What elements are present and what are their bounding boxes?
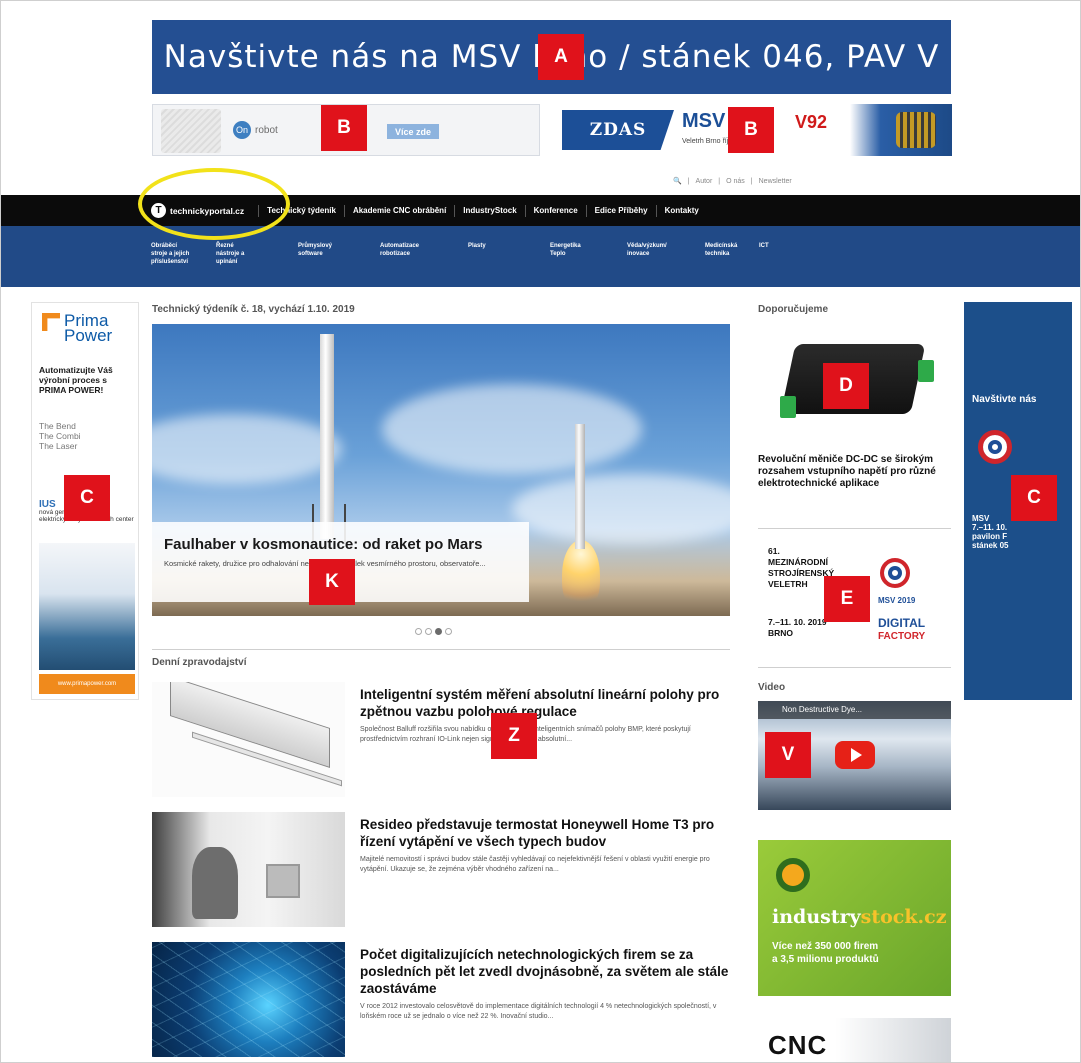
cnc-logo: CNC [768, 1030, 828, 1060]
robot-sketch-image [161, 109, 221, 153]
label-v: V [765, 732, 811, 778]
news-description: Majitelé nemovitostí i správci budov stá… [360, 856, 710, 873]
slider-dots [415, 628, 452, 635]
label-d: D [823, 363, 869, 409]
zdas-logo: ZDAS [562, 110, 674, 150]
label-b-right: B [728, 107, 774, 153]
category-nav: Obráběcí stroje a jejich příslušenství Ř… [1, 226, 1080, 287]
nav-item-kontakty[interactable]: Kontakty [655, 204, 707, 217]
news-item[interactable]: Resideo představuje termostat Honeywell … [152, 812, 730, 932]
divider [758, 528, 951, 529]
category-item-veda-vyzkum[interactable]: Věda/výzkum/ inovace [627, 242, 705, 266]
factory-label: FACTORY [878, 631, 926, 642]
news-title[interactable]: Resideo představuje termostat Honeywell … [360, 816, 730, 850]
video-title: Video [758, 682, 786, 693]
msv-target-logo-icon [880, 558, 910, 588]
category-item-plasty[interactable]: Plasty [468, 242, 550, 266]
news-thumbnail[interactable] [152, 812, 345, 927]
daily-news-title: Denní zpravodajství [152, 657, 247, 668]
category-item-rezne-nastroje[interactable]: Řezné nástroje a upínání [216, 242, 298, 266]
video-title-bar: Non Destructive Dye... [758, 701, 951, 719]
util-link-newsletter[interactable]: Newsletter [759, 178, 792, 185]
divider [152, 649, 730, 650]
onrobot-logo-icon: On [233, 121, 251, 139]
utility-links: 🔍 | Autor | O nás | Newsletter [673, 177, 792, 186]
nav-item-konference[interactable]: Konference [524, 204, 586, 217]
msv-target-logo-icon [978, 430, 1012, 464]
news-title[interactable]: Počet digitalizujících netechnologických… [360, 946, 730, 997]
label-k: K [309, 559, 355, 605]
category-item-obrabeci-stroje[interactable]: Obráběcí stroje a jejich příslušenství [151, 242, 216, 266]
category-item-ict[interactable]: ICT [759, 242, 789, 266]
product-item: The Bend [39, 421, 76, 431]
page-frame: Navštivte nás na MSV Brno / stánek 046, … [0, 0, 1081, 1063]
news-item[interactable]: Počet digitalizujících netechnologických… [152, 942, 730, 1062]
visit-us-title: Navštivte nás [972, 394, 1037, 405]
slider-dot[interactable] [445, 628, 452, 635]
category-item-prumyslovy-software[interactable]: Průmyslový software [298, 242, 380, 266]
util-link-autor[interactable]: Autor [696, 178, 713, 185]
news-description: Společnost Balluff rozšiřila svou nabídk… [360, 726, 691, 743]
vice-zde-button[interactable]: Více zde [387, 124, 439, 139]
prima-power-name: Prima Power [64, 311, 113, 345]
label-z: Z [491, 713, 537, 759]
visit-us-info: MSV 7.–11. 10. pavilon F stánek 05 [972, 514, 1009, 550]
util-link-o-nas[interactable]: O nás [726, 178, 745, 185]
slider-dot[interactable] [415, 628, 422, 635]
nav-item-edice-pribehy[interactable]: Edice Příběhy [585, 204, 656, 217]
rocket-image [312, 334, 346, 544]
industrystock-claim: Více než 350 000 firem a 3,5 milionu pro… [772, 941, 879, 965]
prima-power-logo: Prima Power [42, 311, 113, 345]
label-b-left: B [321, 105, 367, 151]
industrystock-logo: industrystock.cz [772, 906, 947, 928]
magnifier-icon [776, 858, 810, 892]
nav-item-industrystock[interactable]: IndustryStock [454, 204, 524, 217]
onrobot-logo-text: robot [255, 124, 278, 136]
label-c-left: C [64, 475, 110, 521]
rocket-image [575, 424, 585, 549]
label-e: E [824, 576, 870, 622]
industrystock-logo-a: industry [772, 906, 861, 928]
onrobot-logo: On robot [233, 121, 278, 139]
recommend-article-title[interactable]: Revoluční měniče DC-DC se širokým rozsah… [758, 454, 951, 490]
industrystock-logo-b: stock.cz [860, 906, 947, 928]
stand-number: V92 [795, 112, 828, 132]
hero-title[interactable]: Faulhaber v kosmonautice: od raket po Ma… [164, 536, 529, 553]
prima-power-url: www.primapower.com [39, 674, 135, 694]
msv-ad-date: 7.–11. 10. 2019 BRNO [768, 617, 827, 638]
label-a: A [538, 34, 584, 80]
news-description: V roce 2012 investovalo celosvětově do i… [360, 1003, 717, 1020]
industrystock-ad[interactable]: industrystock.cz Více než 350 000 firem … [758, 840, 951, 996]
prima-power-logo-icon [42, 313, 60, 331]
hero-slider[interactable]: Faulhaber v kosmonautice: od raket po Ma… [152, 324, 730, 616]
divider [758, 667, 951, 668]
play-icon[interactable] [835, 741, 875, 769]
category-item-automatizace[interactable]: Automatizace robotizace [380, 242, 468, 266]
news-thumbnail[interactable] [152, 942, 345, 1057]
prima-power-slogan: Automatizujte Váš výrobní proces s PRIMA… [39, 365, 113, 395]
rocket-flame-image [562, 540, 600, 610]
digital-label: DIGITAL [878, 616, 926, 630]
product-item: The Laser [39, 441, 78, 451]
logo-highlight-ring [138, 168, 290, 240]
news-thumbnail[interactable] [152, 682, 345, 797]
label-c-right: C [1011, 475, 1057, 521]
slider-dot-active[interactable] [435, 628, 442, 635]
nav-item-akademie-cnc[interactable]: Akademie CNC obrábění [343, 204, 454, 217]
machine-photo [39, 543, 135, 670]
product-item: The Combi [39, 431, 81, 441]
cnc-ad[interactable]: CNC [758, 1018, 951, 1062]
prima-power-product-list: The Bend The Combi The Laser [39, 421, 81, 451]
msv-2019-label: MSV 2019 [878, 596, 916, 605]
machine-image [850, 104, 952, 156]
category-item-medicinska-technika[interactable]: Medicínská technika [705, 242, 759, 266]
category-item-energetika[interactable]: Energetika Teplo [550, 242, 627, 266]
msv-text: MSV [682, 110, 726, 132]
news-item[interactable]: Inteligentní systém měření absolutní lin… [152, 682, 730, 802]
recommend-title: Doporučujeme [758, 304, 829, 315]
issue-title[interactable]: Technický týdeník č. 18, vychází 1.10. 2… [152, 304, 355, 315]
slider-dot[interactable] [425, 628, 432, 635]
news-title[interactable]: Inteligentní systém měření absolutní lin… [360, 686, 730, 720]
search-icon[interactable]: 🔍 [673, 177, 682, 185]
